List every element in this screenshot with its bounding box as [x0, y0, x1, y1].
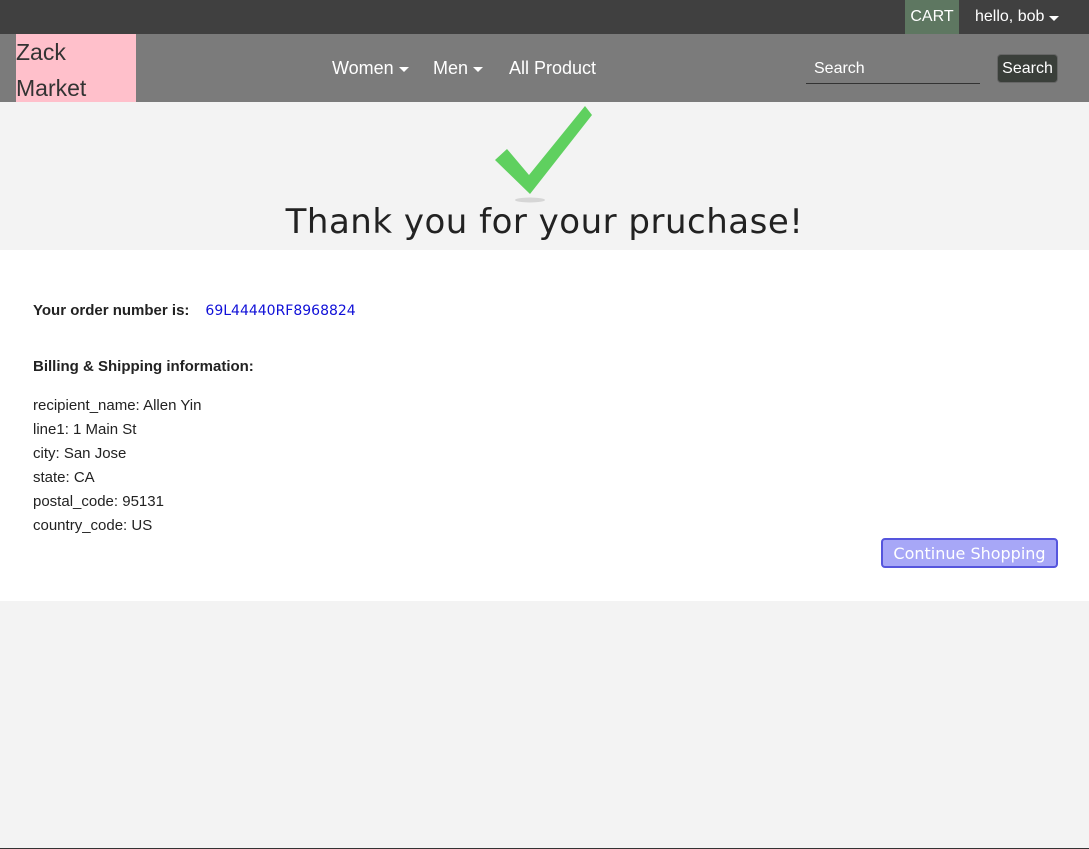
nav-men-dropdown[interactable]: Men [433, 34, 484, 102]
billing-heading: Billing & Shipping information: [33, 358, 254, 375]
order-summary-card: Your order number is: 69L44440RF8968824 … [0, 250, 1089, 601]
caret-down-icon [473, 66, 484, 72]
caret-down-icon [398, 66, 409, 72]
confirmation-hero: Thank you for your pruchase! [0, 102, 1089, 250]
nav-women-dropdown[interactable]: Women [332, 34, 409, 102]
brand-logo[interactable]: Zack Market [16, 34, 136, 102]
user-menu-label: hello, bob [975, 8, 1045, 25]
thank-you-heading: Thank you for your pruchase! [285, 202, 804, 242]
top-bar: CART hello, bob [0, 0, 1089, 34]
brand-line-1: Zack [16, 39, 66, 65]
billing-line1: line1: 1 Main St [33, 421, 137, 438]
nav-men-label: Men [433, 57, 469, 78]
user-menu-dropdown[interactable]: hello, bob [975, 0, 1060, 34]
billing-postal-code: postal_code: 95131 [33, 493, 164, 510]
continue-shopping-button[interactable]: Continue Shopping [881, 538, 1058, 568]
billing-city: city: San Jose [33, 445, 127, 462]
order-number-value: 69L44440RF8968824 [205, 302, 356, 319]
nav-women-label: Women [332, 57, 394, 78]
caret-down-icon [1049, 15, 1060, 21]
nav-all-product[interactable]: All Product [509, 34, 596, 102]
search-button[interactable]: Search [997, 54, 1058, 83]
order-number-label: Your order number is: [33, 302, 190, 319]
billing-recipient-name: recipient_name: Allen Yin [33, 397, 202, 414]
billing-info-list: recipient_name: Allen Yin line1: 1 Main … [33, 394, 201, 538]
billing-country-code: country_code: US [33, 517, 153, 534]
nav-all-product-label: All Product [509, 57, 597, 78]
checkmark-icon [495, 106, 592, 203]
cart-button[interactable]: CART [905, 0, 959, 34]
brand-line-2: Market [16, 75, 87, 101]
order-number-row: Your order number is: 69L44440RF8968824 [33, 302, 356, 319]
billing-state: state: CA [33, 469, 95, 486]
search-input[interactable] [806, 55, 980, 84]
main-navbar: Zack Market Women Men All Product Search [0, 34, 1089, 102]
